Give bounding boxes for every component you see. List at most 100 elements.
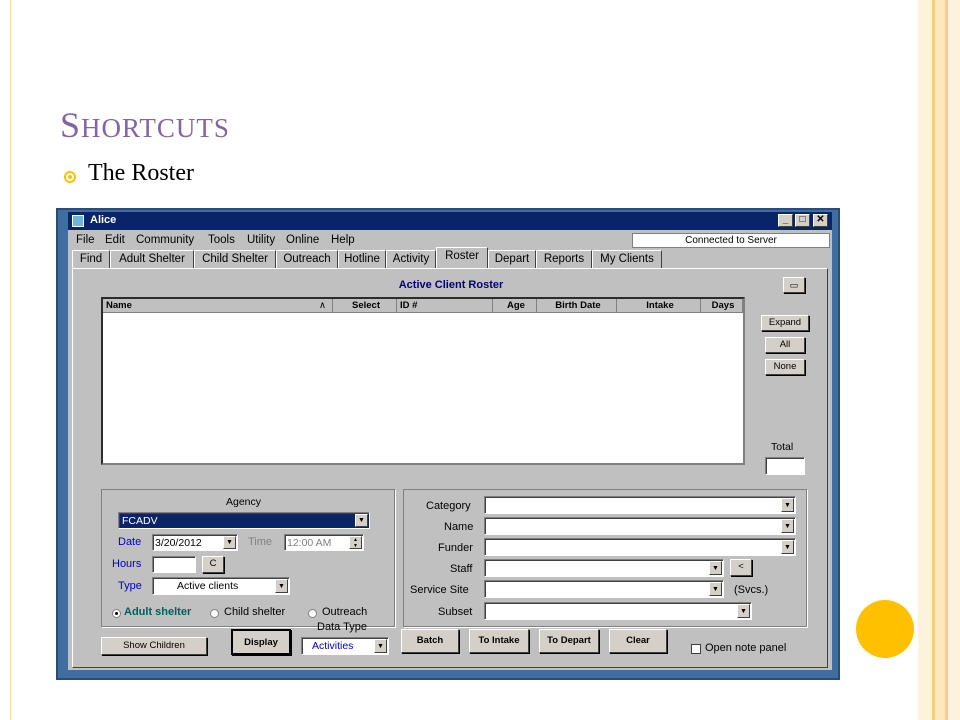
date-label: Date [118, 536, 142, 548]
decor-stripe [935, 0, 945, 720]
service-site-label: Service Site [410, 584, 469, 596]
radio-outreach-label: Outreach [322, 606, 368, 618]
service-site-select[interactable]: ▼ [484, 580, 724, 598]
tab-find[interactable]: Find [72, 250, 110, 268]
col-birth-date[interactable]: Birth Date [537, 299, 617, 313]
time-value: 12:00 AM [287, 537, 332, 549]
radio-child-shelter[interactable] [210, 609, 219, 618]
tab-hotline[interactable]: Hotline [338, 250, 386, 268]
grid-header: Name ∧ Select ID # Age Birth Date Intake … [103, 299, 743, 313]
data-type-label: Data Type [317, 621, 367, 633]
filter-group: Category ▼ Name ▼ Funder ▼ Staff ▼ < Ser… [403, 489, 807, 627]
all-button[interactable]: All [765, 337, 805, 353]
clear-button[interactable]: Clear [609, 629, 667, 653]
agency-select[interactable]: FCADV ▼ [118, 512, 370, 529]
decor-stripe [918, 0, 932, 720]
data-type-value: Activities [312, 640, 354, 652]
hours-field[interactable] [152, 556, 196, 573]
col-select[interactable]: Select [333, 299, 397, 313]
decor-stripe [948, 0, 960, 720]
c-button[interactable]: C [202, 556, 224, 573]
category-label: Category [426, 500, 471, 512]
chevron-down-icon[interactable]: ▼ [374, 639, 387, 653]
staff-back-button[interactable]: < [730, 559, 752, 576]
tab-child-shelter[interactable]: Child Shelter [194, 250, 276, 268]
time-label: Time [248, 536, 273, 548]
col-intake[interactable]: Intake [617, 299, 701, 313]
chevron-down-icon[interactable]: ▼ [355, 514, 368, 527]
decor-circle [856, 600, 914, 658]
time-field[interactable]: 12:00 AM ▲ ▼ [284, 534, 364, 551]
chevron-down-icon[interactable]: ▼ [781, 519, 794, 533]
funder-select[interactable]: ▼ [484, 538, 796, 556]
minimize-button[interactable]: _ [778, 214, 793, 227]
to-depart-button[interactable]: To Depart [539, 629, 599, 653]
bullet-text: The Roster [88, 160, 194, 186]
spinner-icon[interactable]: ▲ ▼ [349, 536, 362, 549]
radio-adult-shelter[interactable] [112, 609, 121, 618]
radio-adult-shelter-label: Adult shelter [124, 606, 192, 618]
close-button[interactable]: ✕ [813, 214, 828, 227]
chevron-down-icon[interactable]: ▼ [737, 604, 750, 618]
subset-select[interactable]: ▼ [484, 602, 752, 620]
agency-label: Agency [226, 496, 262, 508]
display-button[interactable]: Display [231, 629, 291, 655]
chevron-down-icon[interactable]: ▼ [275, 579, 288, 593]
col-age[interactable]: Age [493, 299, 537, 313]
client-area: File Edit Community Tools Utility Online… [68, 230, 832, 670]
svcs-label: (Svcs.) [734, 584, 769, 596]
agency-value: FCADV [122, 515, 158, 527]
col-name[interactable]: Name ∧ [103, 299, 333, 313]
type-value: Active clients [177, 580, 239, 592]
type-label: Type [118, 580, 142, 592]
col-days[interactable]: Days [701, 299, 743, 313]
category-select[interactable]: ▼ [484, 496, 796, 514]
tab-outreach[interactable]: Outreach [276, 250, 338, 268]
none-button[interactable]: None [765, 359, 805, 375]
menu-file[interactable]: File [76, 234, 95, 246]
to-intake-button[interactable]: To Intake [469, 629, 529, 653]
tab-reports[interactable]: Reports [536, 250, 592, 268]
title-initial: S [60, 105, 82, 145]
radio-outreach[interactable] [308, 609, 317, 618]
menu-tools[interactable]: Tools [208, 234, 235, 246]
chevron-down-icon[interactable]: ▼ [709, 582, 722, 596]
show-children-button[interactable]: Show Children [101, 637, 207, 655]
type-select[interactable]: Active clients ▼ [152, 577, 290, 595]
chevron-down-icon[interactable]: ▼ [709, 561, 722, 575]
batch-button[interactable]: Batch [401, 629, 459, 653]
col-id[interactable]: ID # [397, 299, 493, 313]
card-icon-button[interactable]: ▭ [783, 277, 805, 293]
menu-utility[interactable]: Utility [247, 234, 275, 246]
total-field [765, 457, 805, 475]
data-type-select[interactable]: Activities ▼ [301, 637, 389, 655]
expand-button[interactable]: Expand [761, 315, 809, 331]
tab-my-clients[interactable]: My Clients [592, 250, 662, 268]
roster-grid[interactable]: Name ∧ Select ID # Age Birth Date Intake … [101, 297, 745, 465]
chevron-down-icon[interactable]: ▼ [781, 498, 794, 512]
menu-community[interactable]: Community [136, 234, 194, 246]
menu-edit[interactable]: Edit [105, 234, 125, 246]
connection-status: Connected to Server [632, 233, 830, 248]
maximize-button[interactable]: □ [795, 214, 810, 227]
menu-help[interactable]: Help [331, 234, 355, 246]
date-field[interactable]: 3/20/2012 ▼ [152, 534, 238, 551]
staff-select[interactable]: ▼ [484, 559, 724, 577]
title-bar[interactable]: Alice _ □ ✕ [68, 212, 832, 230]
staff-label: Staff [450, 563, 473, 575]
open-note-checkbox[interactable] [691, 644, 701, 654]
total-label: Total [771, 441, 794, 453]
menu-online[interactable]: Online [286, 234, 319, 246]
radio-child-shelter-label: Child shelter [224, 606, 286, 618]
subset-label: Subset [438, 606, 473, 618]
decor-line [10, 0, 11, 720]
date-value: 3/20/2012 [155, 537, 202, 549]
tab-roster[interactable]: Roster [436, 247, 488, 268]
tab-adult-shelter[interactable]: Adult Shelter [110, 250, 194, 268]
chevron-down-icon[interactable]: ▼ [781, 540, 794, 554]
chevron-down-icon[interactable]: ▼ [223, 536, 236, 549]
title-rest: HORTCUTS [81, 113, 230, 143]
tab-depart[interactable]: Depart [488, 250, 536, 268]
tab-activity[interactable]: Activity [386, 250, 436, 268]
name-select[interactable]: ▼ [484, 517, 796, 535]
